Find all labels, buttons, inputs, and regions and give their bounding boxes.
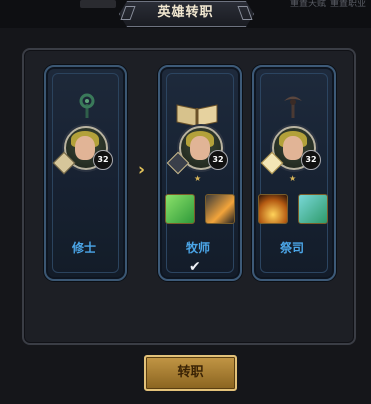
reset-class-hint[interactable]: 重置职业	[330, 0, 366, 9]
skill-icon-heal[interactable]	[298, 194, 328, 224]
open-book-icon	[174, 100, 220, 128]
star-icon: ★	[194, 174, 202, 183]
hero-level-badge: 32	[301, 150, 321, 170]
hero-level-badge: 32	[208, 150, 228, 170]
star-icon: ★	[289, 174, 297, 183]
hero-face	[75, 136, 95, 160]
change-class-button[interactable]: 转职	[144, 355, 237, 391]
skill-icon-fire[interactable]	[258, 194, 288, 224]
reset-talent-hint[interactable]: 重置天赋	[290, 0, 326, 9]
hero-face	[283, 136, 303, 160]
class-name-monk: 修士	[71, 241, 96, 255]
chevron-right-icon: ›	[138, 160, 146, 180]
top-hint-block	[80, 0, 116, 8]
skill-icon-shadow[interactable]	[205, 194, 235, 224]
hero-face	[190, 136, 210, 160]
skill-icon-nature[interactable]	[165, 194, 195, 224]
checkmark-icon: ✔	[189, 259, 201, 275]
window-title: 英雄转职	[157, 5, 214, 20]
dark-staff-icon	[276, 92, 310, 120]
class-name-cleric: 祭司	[279, 241, 304, 255]
class-name-priest: 牧师	[185, 241, 210, 255]
hero-level-badge: 32	[93, 150, 113, 170]
spiral-staff-icon	[70, 92, 104, 120]
